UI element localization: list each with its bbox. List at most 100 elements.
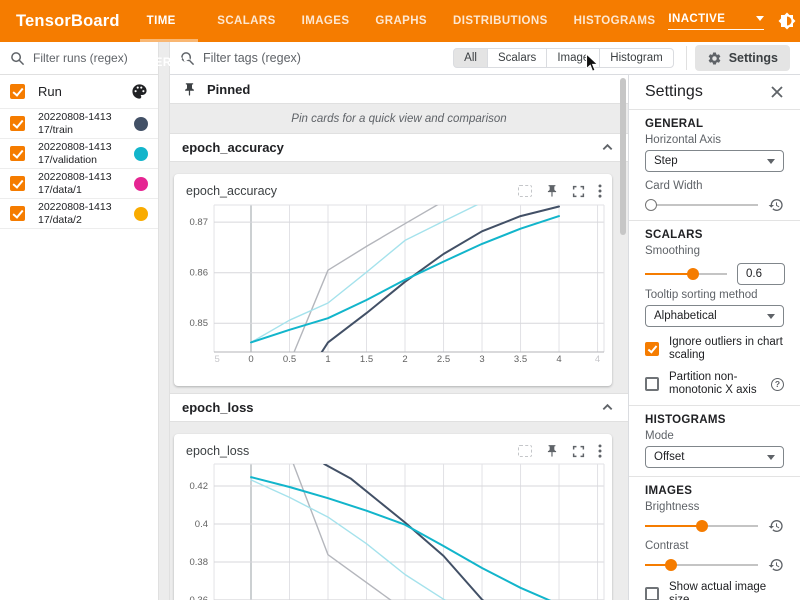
reload-status-select[interactable]: INACTIVE: [668, 13, 764, 30]
close-icon[interactable]: [770, 85, 784, 99]
run-checkbox[interactable]: [10, 146, 25, 161]
chip-scalars[interactable]: Scalars: [487, 48, 547, 68]
contrast-slider[interactable]: [645, 558, 758, 572]
svg-text:0.87: 0.87: [190, 217, 209, 228]
svg-text:0.36: 0.36: [190, 595, 209, 600]
run-color-dot[interactable]: [134, 177, 148, 191]
svg-text:3: 3: [479, 354, 484, 365]
run-row-data2[interactable]: 20220808-141317/data/2: [0, 199, 158, 229]
help-icon[interactable]: ?: [771, 378, 784, 391]
chevron-up-icon[interactable]: [601, 401, 614, 414]
run-checkbox[interactable]: [10, 176, 25, 191]
run-checkbox[interactable]: [10, 206, 25, 221]
chip-image[interactable]: Image: [546, 48, 600, 68]
data-table-toggle-icon[interactable]: [518, 185, 532, 197]
tooltip-sorting-select[interactable]: Alphabetical: [645, 305, 784, 327]
contrast-label: Contrast: [645, 540, 784, 552]
partition-x-axis-label: Partition non-monotonic X axis: [669, 371, 767, 397]
slider-thumb[interactable]: [687, 268, 699, 280]
images-heading: IMAGES: [645, 485, 784, 497]
tensorboard-app: TensorBoard TIME SERIES SCALARS IMAGES G…: [0, 0, 800, 600]
filter-tags-input[interactable]: [203, 51, 433, 65]
histogram-mode-select[interactable]: Offset: [645, 446, 784, 468]
svg-text:0.42: 0.42: [190, 481, 209, 492]
tab-distributions[interactable]: DISTRIBUTIONS: [440, 0, 561, 42]
brightness-toggle-icon[interactable]: [778, 12, 796, 30]
tooltip-sorting-label: Tooltip sorting method: [645, 289, 784, 301]
fullscreen-icon[interactable]: [572, 185, 585, 198]
brightness-slider[interactable]: [645, 519, 758, 533]
app-logo: TensorBoard: [16, 12, 120, 31]
partition-x-axis-checkbox[interactable]: [645, 377, 659, 391]
pin-card-icon[interactable]: [545, 184, 559, 198]
top-app-bar: TensorBoard TIME SERIES SCALARS IMAGES G…: [0, 0, 800, 42]
slider-thumb[interactable]: [645, 199, 657, 211]
filter-runs-input[interactable]: [33, 51, 151, 65]
tags-toolbar: All Scalars Image Histogram Settings: [170, 42, 800, 75]
pinned-section-header: Pinned: [170, 75, 628, 104]
kebab-menu-icon[interactable]: [598, 184, 602, 198]
chip-histogram[interactable]: Histogram: [599, 48, 673, 68]
kebab-menu-icon[interactable]: [598, 444, 602, 458]
runs-header-label: Run: [38, 84, 62, 99]
sidebar-resize-gutter[interactable]: [158, 42, 170, 600]
card-width-slider[interactable]: [645, 198, 758, 212]
reset-icon[interactable]: [768, 197, 784, 213]
run-color-dot[interactable]: [134, 117, 148, 131]
palette-icon[interactable]: [131, 83, 148, 100]
runs-filter-row: [0, 42, 158, 75]
fullscreen-icon[interactable]: [572, 445, 585, 458]
tab-time-series[interactable]: TIME SERIES: [134, 0, 205, 42]
smoothing-value-input[interactable]: [737, 263, 785, 285]
section-header-epoch-loss[interactable]: epoch_loss: [170, 394, 628, 422]
epoch-loss-chart[interactable]: 0.360.380.40.42: [174, 460, 612, 600]
scalars-heading: SCALARS: [645, 229, 784, 241]
pinned-hint: Pin cards for a quick view and compariso…: [170, 104, 628, 134]
divider: [629, 109, 800, 110]
svg-text:0.85: 0.85: [190, 318, 209, 329]
chevron-up-icon[interactable]: [601, 141, 614, 154]
slider-thumb[interactable]: [696, 520, 708, 532]
tab-histograms[interactable]: HISTOGRAMS: [561, 0, 669, 42]
run-label: 20220808-141317/train: [38, 111, 116, 136]
section-header-epoch-accuracy[interactable]: epoch_accuracy: [170, 134, 628, 162]
reset-icon[interactable]: [768, 557, 784, 573]
vertical-scrollbar[interactable]: [620, 78, 626, 235]
general-heading: GENERAL: [645, 118, 784, 130]
epoch-accuracy-chart[interactable]: 0.850.860.87500.511.522.533.544: [174, 200, 612, 375]
settings-panel: Settings GENERAL Horizontal Axis Step Ca…: [628, 75, 800, 600]
tab-scalars[interactable]: SCALARS: [204, 0, 288, 42]
toolbar-divider: [686, 46, 687, 70]
nav-tabs: TIME SERIES SCALARS IMAGES GRAPHS DISTRI…: [134, 0, 669, 42]
show-actual-size-checkbox[interactable]: [645, 587, 659, 600]
pin-card-icon[interactable]: [545, 444, 559, 458]
run-row-validation[interactable]: 20220808-141317/validation: [0, 139, 158, 169]
runs-sidebar: Run 20220808-141317/train 20220808-14131…: [0, 42, 158, 600]
data-table-toggle-icon[interactable]: [518, 445, 532, 457]
run-checkbox[interactable]: [10, 116, 25, 131]
chevron-down-icon: [767, 314, 775, 319]
ignore-outliers-row: Ignore outliers in chart scaling: [645, 336, 784, 362]
tab-graphs[interactable]: GRAPHS: [362, 0, 440, 42]
run-row-data1[interactable]: 20220808-141317/data/1: [0, 169, 158, 199]
run-color-dot[interactable]: [134, 147, 148, 161]
run-color-dot[interactable]: [134, 207, 148, 221]
smoothing-slider[interactable]: [645, 267, 727, 281]
svg-text:3.5: 3.5: [514, 354, 527, 365]
card-title: epoch_accuracy: [186, 184, 277, 198]
scalar-card-epoch-accuracy: epoch_accuracy 0.850.860.87500.511.522.5…: [174, 174, 612, 386]
slider-thumb[interactable]: [665, 559, 677, 571]
settings-button[interactable]: Settings: [695, 45, 790, 71]
tab-images[interactable]: IMAGES: [289, 0, 363, 42]
select-all-runs-checkbox[interactable]: [10, 84, 25, 99]
reset-icon[interactable]: [768, 518, 784, 534]
reload-status-value: INACTIVE: [668, 13, 725, 25]
smoothing-label: Smoothing: [645, 245, 784, 257]
ignore-outliers-checkbox[interactable]: [645, 342, 659, 356]
horizontal-axis-select[interactable]: Step: [645, 150, 784, 172]
chip-all[interactable]: All: [453, 48, 488, 68]
svg-text:4: 4: [595, 354, 600, 365]
run-row-train[interactable]: 20220808-141317/train: [0, 109, 158, 139]
settings-panel-title: Settings: [645, 83, 703, 101]
svg-text:2: 2: [402, 354, 407, 365]
